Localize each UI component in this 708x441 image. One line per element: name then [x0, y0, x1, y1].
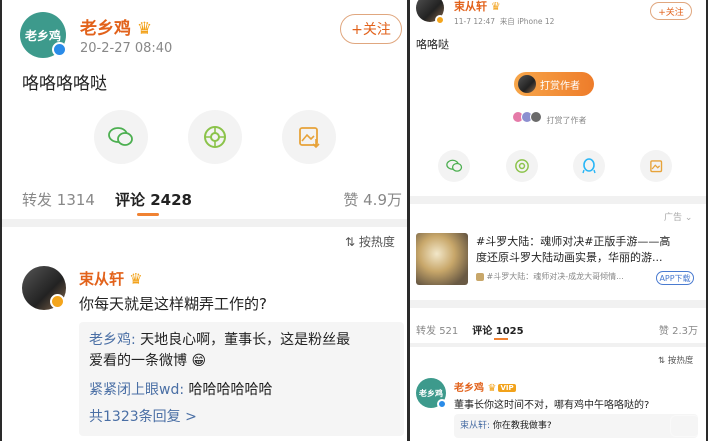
- moments-icon: [515, 159, 529, 173]
- sort-by-heat-button[interactable]: ⇅ 按热度: [658, 354, 693, 366]
- active-tab-indicator: [137, 213, 159, 216]
- save-image-icon: [299, 127, 320, 149]
- post-author-name[interactable]: 老乡鸡 ♛: [80, 14, 152, 39]
- commenter-name[interactable]: 束从轩 ♛: [79, 268, 143, 289]
- qq-icon: [582, 158, 596, 174]
- moments-icon: [204, 126, 226, 148]
- right-screenshot-panel: 束从轩 ♛ 11-7 12:47 来自 iPhone 12 +关注 咯咯哒 打赏…: [410, 0, 706, 441]
- tab-likes[interactable]: 赞 4.9万: [343, 189, 402, 210]
- share-qq-button[interactable]: [573, 150, 605, 182]
- post-time: 11-7 12:47 来自 iPhone 12: [454, 17, 555, 26]
- share-moments-button[interactable]: [188, 110, 242, 164]
- section-divider: [410, 343, 706, 347]
- wechat-icon: [445, 159, 462, 172]
- reward-supporters: 打赏了作者: [512, 111, 587, 126]
- ad-badge: 广告 ⌄: [664, 213, 693, 223]
- sort-icon: ⇅: [658, 356, 666, 366]
- section-divider: [410, 300, 706, 308]
- verified-icon: [52, 42, 67, 57]
- crown-icon: ♛: [487, 383, 497, 394]
- reply-item: 紧紧闭上眼wd: 哈哈哈哈哈哈: [89, 382, 273, 398]
- save-image-button[interactable]: [640, 150, 672, 182]
- post-time: 20-2-27 08:40: [80, 41, 173, 56]
- share-wechat-button[interactable]: [94, 110, 148, 164]
- view-all-replies-link[interactable]: 共1323条回复 >: [89, 406, 197, 426]
- post-author-name[interactable]: 束从轩 ♛: [454, 0, 501, 14]
- comment-text: 董事长你这时间不对，哪有鸡中午咯咯哒的?: [454, 400, 650, 411]
- commenter-name[interactable]: 老乡鸡 ♛ VIP: [454, 379, 516, 394]
- post-stats-tabs: 转发 1314 评论 2428 赞 4.9万: [22, 188, 402, 210]
- ad-image[interactable]: [416, 233, 468, 285]
- wechat-icon: [108, 127, 133, 146]
- sort-by-heat-button[interactable]: ⇅ 按热度: [345, 233, 395, 250]
- crown-icon: ♛: [136, 19, 153, 39]
- tab-likes[interactable]: 赞 2.3万: [659, 322, 698, 337]
- comment-text: 你每天就是这样糊弄工作的?: [79, 295, 267, 313]
- left-screenshot-panel: 老乡鸡 老乡鸡 ♛ 20-2-27 08:40 +关注 咯咯咯咯哒 转发 131…: [2, 0, 407, 441]
- active-tab-indicator: [494, 338, 508, 340]
- reply-author[interactable]: 老乡鸡:: [89, 332, 136, 348]
- chevron-down-icon: ⌄: [684, 213, 693, 223]
- reply-item: 束从轩: 你在教我做事?: [460, 421, 552, 431]
- tab-comments[interactable]: 评论 1025: [472, 322, 523, 337]
- save-image-button[interactable]: [282, 110, 336, 164]
- verified-yellow-icon: [435, 15, 445, 25]
- save-image-icon: [649, 159, 662, 172]
- reply-author[interactable]: 束从轩:: [460, 421, 490, 431]
- grin-emoji-icon: 😁: [191, 353, 207, 369]
- crown-icon: ♛: [129, 270, 143, 288]
- reply-author[interactable]: 紧紧闭上眼wd:: [89, 382, 184, 398]
- follow-button[interactable]: +关注: [650, 2, 692, 20]
- reward-avatar: [518, 75, 536, 93]
- follow-button[interactable]: +关注: [340, 14, 402, 44]
- section-divider: [2, 219, 407, 227]
- share-wechat-button[interactable]: [438, 150, 470, 182]
- ad-subtitle: #斗罗大陆：魂师对决-成龙大哥倾情...: [476, 271, 624, 282]
- reply-item: 老乡鸡: 天地良心啊，董事长，这是粉丝最 爱看的一条微博 😁: [89, 332, 351, 369]
- video-watermark-icon: [670, 415, 700, 437]
- ad-title[interactable]: #斗罗大陆：魂师对决#正版手游——高 度还原斗罗大陆动画实景，华丽的游...: [476, 234, 670, 266]
- vip-badge: VIP: [498, 384, 516, 392]
- ad-small-logo-icon: [476, 272, 484, 281]
- crown-icon: ♛: [490, 0, 501, 13]
- app-download-button[interactable]: APP下载: [656, 271, 694, 285]
- reply-thread: 束从轩: 你在教我做事?: [454, 414, 698, 438]
- share-moments-button[interactable]: [506, 150, 538, 182]
- reply-thread: 老乡鸡: 天地良心啊，董事长，这是粉丝最 爱看的一条微博 😁 紧紧闭上眼wd: …: [79, 322, 404, 436]
- verified-yellow-icon: [50, 294, 65, 309]
- tab-repost[interactable]: 转发 1314: [22, 189, 95, 210]
- section-divider: [410, 196, 706, 204]
- tab-comments[interactable]: 评论 2428: [115, 189, 192, 210]
- tab-repost[interactable]: 转发 521: [416, 322, 458, 337]
- post-text: 咯咯哒: [416, 38, 449, 51]
- sort-icon: ⇅: [345, 235, 356, 249]
- verified-icon: [437, 399, 447, 409]
- post-stats-tabs: 转发 521 评论 1025 赞 2.3万: [416, 322, 698, 337]
- reward-author-button[interactable]: 打赏作者: [514, 72, 594, 96]
- post-text: 咯咯咯咯哒: [22, 74, 107, 94]
